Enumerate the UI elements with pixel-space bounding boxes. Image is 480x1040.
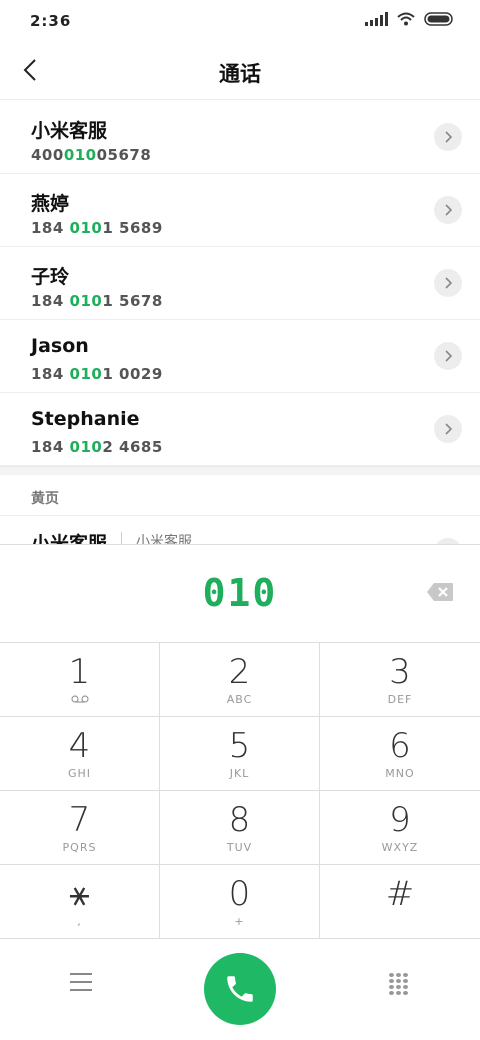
key-1[interactable]: 1 [0,643,160,717]
dialer-actions [0,939,480,1040]
contact-detail-button[interactable] [434,123,462,151]
dialed-number[interactable]: 010 [0,571,480,615]
key-8[interactable]: 8 TUV [160,791,320,865]
key-7[interactable]: 7 PQRS [0,791,160,865]
key-3[interactable]: 3 DEF [320,643,480,717]
header: 通话 [0,44,480,100]
call-button[interactable] [204,953,276,1025]
chevron-right-icon [445,204,452,216]
key-5[interactable]: 5 JKL [160,717,320,791]
contact-detail-button[interactable] [434,196,462,224]
backspace-icon[interactable] [426,582,454,602]
contact-number: 184 0101 0029 [31,365,163,383]
contact-number: 184 0102 4685 [31,438,163,456]
chevron-right-icon [445,350,452,362]
key-letters: PQRS [62,841,97,854]
key-letters: WXYZ [381,841,419,854]
key-6[interactable]: 6 MNO [320,717,480,791]
contact-name: 小米客服 [31,120,108,142]
key-2[interactable]: 2 ABC [160,643,320,717]
contact-row[interactable]: Stephanie 184 0102 4685 [0,393,480,466]
key-digit: 8 [228,800,251,840]
chevron-right-icon [445,423,452,435]
key-9[interactable]: 9 WXYZ [320,791,480,865]
key-digit: 5 [228,726,251,766]
key-letters: TUV [226,841,253,854]
yellow-pages-header: 黄页 [0,475,480,516]
battery-icon [424,12,453,26]
chevron-right-icon [445,131,452,143]
status-icons [365,12,454,26]
contact-row[interactable]: 燕婷 184 0101 5689 [0,174,480,247]
contact-number: 184 0101 5689 [31,219,163,237]
contact-detail-button[interactable] [434,342,462,370]
yellow-pages-label: 黄页 [31,491,59,507]
contact-name: 燕婷 [31,193,70,215]
key-letters: , [77,915,82,928]
key-digit: 3 [389,652,411,692]
contact-row[interactable]: 子玲 184 0101 5678 [0,247,480,320]
contact-detail-button[interactable] [434,415,462,443]
phone-icon [227,976,253,1002]
contact-row[interactable]: 小米客服 40001005678 [0,101,480,174]
key-letters: DEF [387,693,413,706]
key-digit: 9 [389,800,411,840]
contact-number: 40001005678 [31,146,152,164]
keypad: 1 2 ABC 3 DEF 4 GHI 5 JKL 6 MNO 7 PQRS 8… [0,643,480,939]
contact-name: 子玲 [31,266,70,288]
dialer-panel: 010 1 2 ABC 3 DEF 4 GHI 5 JKL 6 MNO 7 PQ… [0,544,480,1040]
key-4[interactable]: 4 GHI [0,717,160,791]
status-bar: 2:36 [0,0,480,44]
key-star[interactable]: ⚹ , [0,865,160,939]
chevron-right-icon [445,277,452,289]
signal-icon [365,12,388,26]
menu-icon[interactable] [70,973,92,991]
key-letters: JKL [229,767,250,780]
section-divider [0,466,480,475]
key-letters: + [234,915,245,928]
dial-display: 010 [0,545,480,643]
key-digit: 6 [389,726,411,766]
page-title: 通话 [219,62,261,86]
key-digit: 2 [228,652,251,692]
contact-row[interactable]: Jason 184 0101 0029 [0,320,480,393]
key-letters: MNO [385,767,415,780]
key-digit: 4 [68,726,91,766]
status-time: 2:36 [30,12,72,30]
key-digit: 7 [68,800,91,840]
key-letters: ABC [226,693,253,706]
contact-list: 小米客服 40001005678 燕婷 184 0101 5689 子玲 184… [0,101,480,466]
key-digit: ⚹ [69,874,90,914]
key-digit: # [385,874,415,914]
contact-detail-button[interactable] [434,269,462,297]
keypad-icon[interactable] [389,973,409,995]
voicemail-icon [70,695,89,703]
contact-name: Stephanie [31,408,140,430]
key-letters: GHI [67,767,92,780]
contact-name: Jason [31,335,89,357]
key-digit: 1 [68,652,91,692]
key-digit: 0 [228,874,251,914]
yellow-pages-row[interactable]: 小米客服 小米客服 [0,516,480,546]
contact-number: 184 0101 5678 [31,292,163,310]
wifi-icon [397,12,415,26]
key-hash[interactable]: # [320,865,480,939]
key-0[interactable]: 0 + [160,865,320,939]
